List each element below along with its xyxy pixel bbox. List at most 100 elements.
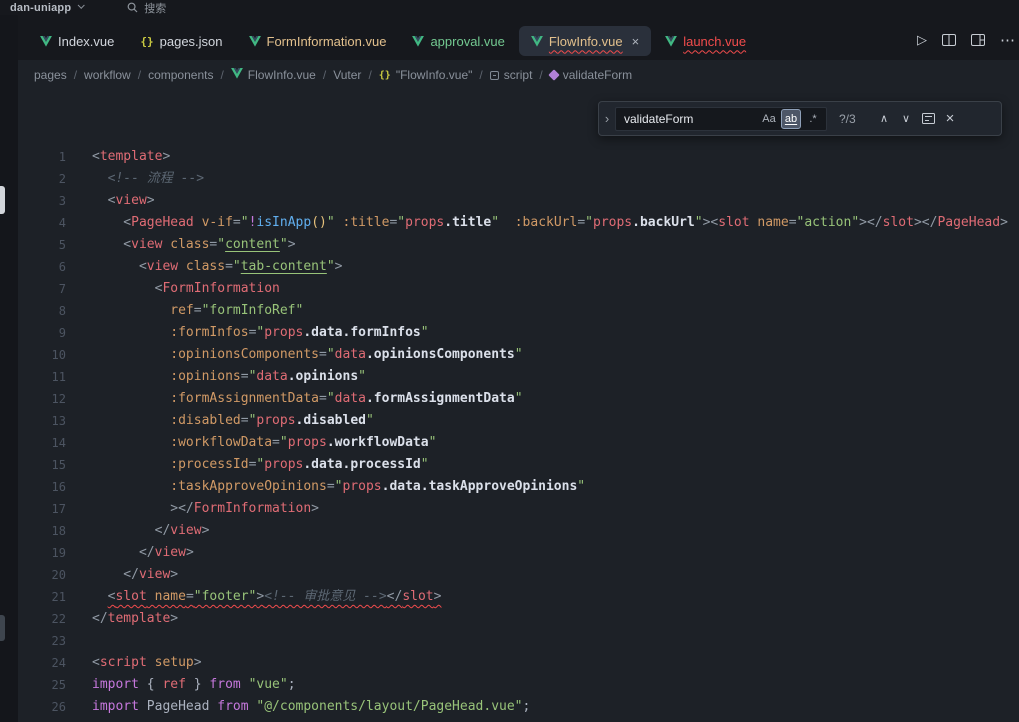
code-line[interactable]: 14 :workflowData="props.workflowData" (18, 432, 1019, 454)
line-number[interactable]: 20 (18, 564, 66, 586)
line-number[interactable]: 22 (18, 608, 66, 630)
code-line[interactable]: 11 :opinions="data.opinions" (18, 366, 1019, 388)
code-line[interactable]: 20 </view> (18, 564, 1019, 586)
next-match-button[interactable]: ∨ (895, 108, 917, 130)
line-number[interactable]: 17 (18, 498, 66, 520)
tab-launch-vue[interactable]: launch.vue (653, 26, 758, 56)
tab-approval-vue[interactable]: approval.vue (400, 26, 516, 56)
more-actions-button[interactable]: ⋯ (1000, 31, 1015, 49)
line-number[interactable]: 24 (18, 652, 66, 674)
line-number[interactable]: 9 (18, 322, 66, 344)
code-token: = (272, 435, 280, 450)
code-line[interactable]: 26import PageHead from "@/components/lay… (18, 696, 1019, 718)
code-token (92, 589, 108, 604)
code-line[interactable]: 5 <view class="content"> (18, 234, 1019, 256)
code-token: script (100, 655, 147, 670)
breadcrumb-item-components[interactable]: components (148, 68, 213, 82)
code-line[interactable]: 8 ref="formInfoRef" (18, 300, 1019, 322)
line-number[interactable]: 5 (18, 234, 66, 256)
line-number[interactable]: 18 (18, 520, 66, 542)
breadcrumb: pages/workflow/components/FlowInfo.vue/V… (18, 60, 1019, 90)
line-number[interactable]: 23 (18, 630, 66, 652)
line-number[interactable]: 4 (18, 212, 66, 234)
breadcrumb-item-flowinfo-vue[interactable]: {}"FlowInfo.vue" (379, 68, 473, 82)
code-line[interactable]: 7 <FormInformation (18, 278, 1019, 300)
editor-layout-button[interactable] (971, 34, 985, 46)
find-in-selection-button[interactable] (917, 108, 939, 130)
code-line[interactable]: 1<template> (18, 146, 1019, 168)
code-token (92, 325, 170, 340)
tab-flowinfo-vue[interactable]: FlowInfo.vue× (519, 26, 651, 56)
code-line[interactable]: 12 :formAssignmentData="data.formAssignm… (18, 388, 1019, 410)
breadcrumb-item-workflow[interactable]: workflow (84, 68, 131, 82)
code-line[interactable]: 25import { ref } from "vue"; (18, 674, 1019, 696)
code-token: = (577, 215, 585, 230)
breadcrumb-item-pages[interactable]: pages (34, 68, 67, 82)
line-number[interactable]: 16 (18, 476, 66, 498)
code-line[interactable]: 23 (18, 630, 1019, 652)
line-number[interactable]: 10 (18, 344, 66, 366)
breadcrumb-item-script[interactable]: script (490, 68, 533, 82)
code-token: < (92, 215, 131, 230)
code-line[interactable]: 21 <slot name="footer"><!-- 审批意见 --></sl… (18, 586, 1019, 608)
line-number[interactable]: 11 (18, 366, 66, 388)
code-line[interactable]: 2 <!-- 流程 --> (18, 168, 1019, 190)
code-line[interactable]: 3 <view> (18, 190, 1019, 212)
breadcrumb-separator: / (138, 68, 141, 82)
editor[interactable]: 1<template>2 <!-- 流程 -->3 <view>4 <PageH… (18, 90, 1019, 722)
code-line[interactable]: 17 ></FormInformation> (18, 498, 1019, 520)
regex-button[interactable]: .* (803, 109, 823, 129)
line-number[interactable]: 8 (18, 300, 66, 322)
run-button[interactable]: ▷ (917, 32, 927, 48)
code-line[interactable]: 6 <view class="tab-content"> (18, 256, 1019, 278)
breadcrumb-item-validateform[interactable]: validateForm (550, 68, 632, 82)
line-number[interactable]: 6 (18, 256, 66, 278)
rail-indicator (0, 186, 5, 214)
global-search[interactable]: 搜索 (127, 0, 166, 15)
code-line[interactable]: 4 <PageHead v-if="!isInApp()" :title="pr… (18, 212, 1019, 234)
breadcrumb-label: pages (34, 68, 67, 82)
match-case-button[interactable]: Aa (759, 109, 779, 129)
line-number[interactable]: 13 (18, 410, 66, 432)
symbol-script-icon (490, 71, 499, 80)
tab-forminformation-vue[interactable]: FormInformation.vue (237, 26, 399, 56)
tab-index-vue[interactable]: Index.vue (28, 26, 126, 56)
whole-word-button[interactable]: ab (781, 109, 801, 129)
split-editor-button[interactable] (942, 34, 956, 46)
previous-match-button[interactable]: ∧ (873, 108, 895, 130)
code-token: > (147, 193, 155, 208)
code-line[interactable]: 24<script setup> (18, 652, 1019, 674)
line-number[interactable]: 14 (18, 432, 66, 454)
code-line[interactable]: 16 :taskApproveOpinions="props.data.task… (18, 476, 1019, 498)
code-line[interactable]: 15 :processId="props.data.processId" (18, 454, 1019, 476)
find-input-box[interactable]: Aa ab .* (615, 107, 827, 131)
line-number[interactable]: 21 (18, 586, 66, 608)
code-line[interactable]: 10 :opinionsComponents="data.opinionsCom… (18, 344, 1019, 366)
breadcrumb-item-vuter[interactable]: Vuter (333, 68, 361, 82)
toggle-replace-chevron-icon[interactable]: › (599, 111, 615, 126)
tab-pages-json[interactable]: {}pages.json (128, 26, 234, 56)
project-menu[interactable]: dan-uniapp (10, 2, 83, 14)
line-number[interactable]: 7 (18, 278, 66, 300)
line-number[interactable]: 3 (18, 190, 66, 212)
code-line[interactable]: 18 </view> (18, 520, 1019, 542)
line-number[interactable]: 26 (18, 696, 66, 718)
code-line[interactable]: 9 :formInfos="props.data.formInfos" (18, 322, 1019, 344)
code-token: ></ (859, 215, 882, 230)
code-line[interactable]: 19 </view> (18, 542, 1019, 564)
line-number[interactable]: 19 (18, 542, 66, 564)
code-token: "action" (797, 215, 860, 230)
json-icon: {} (140, 35, 153, 48)
line-number[interactable]: 1 (18, 146, 66, 168)
line-number[interactable]: 2 (18, 168, 66, 190)
code-line[interactable]: 22</template> (18, 608, 1019, 630)
line-number[interactable]: 15 (18, 454, 66, 476)
close-icon[interactable]: × (939, 108, 961, 130)
breadcrumb-item-flowinfo-vue[interactable]: FlowInfo.vue (231, 68, 316, 82)
line-number[interactable]: 12 (18, 388, 66, 410)
code-line[interactable]: 13 :disabled="props.disabled" (18, 410, 1019, 432)
find-input[interactable] (624, 112, 757, 126)
close-icon[interactable]: × (632, 35, 640, 48)
line-number[interactable]: 25 (18, 674, 66, 696)
code-token: > (288, 237, 296, 252)
